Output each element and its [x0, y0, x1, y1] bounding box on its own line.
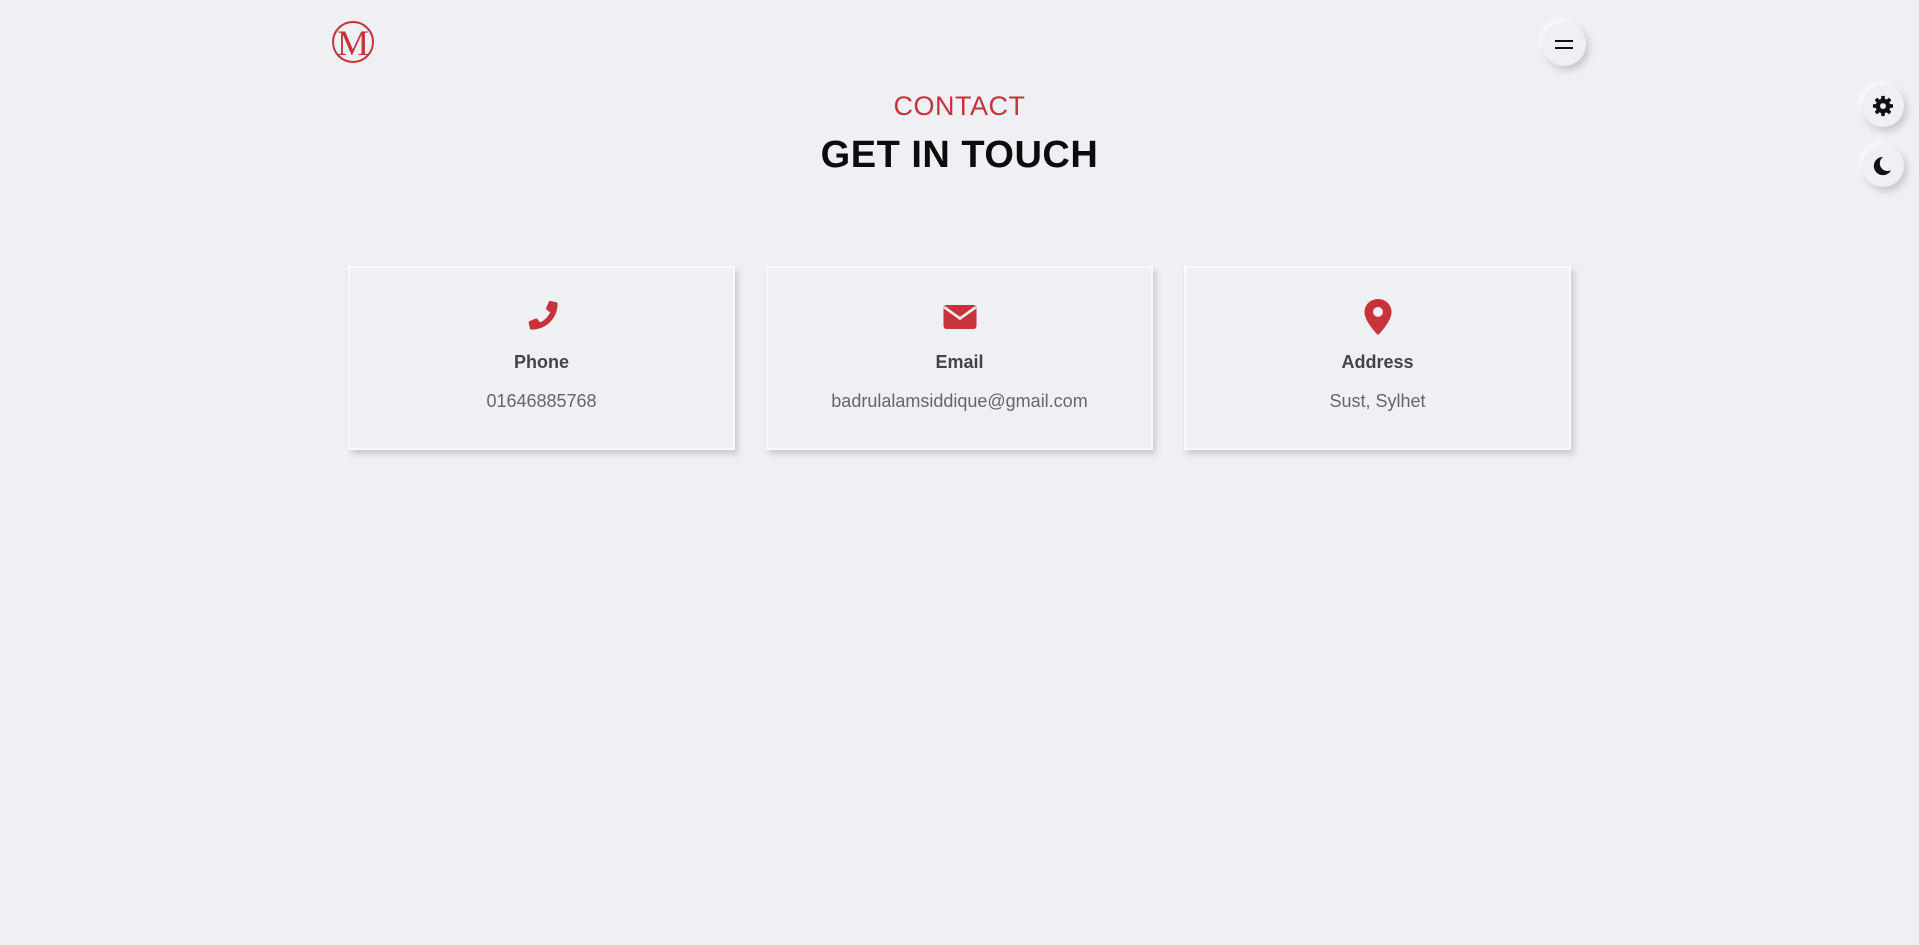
map-pin-icon	[1363, 299, 1393, 335]
logo-letter: M	[336, 23, 369, 63]
phone-icon	[524, 300, 560, 334]
phone-card: Phone 01646885768	[348, 266, 735, 450]
card-value: Sust, Sylhet	[1329, 391, 1426, 411]
card-title: Address	[1341, 352, 1414, 372]
card-title: Email	[935, 352, 984, 372]
section-label: CONTACT	[893, 91, 1026, 121]
card-value[interactable]: badrulalamsiddique@gmail.com	[831, 391, 1087, 412]
hamburger-icon	[1555, 39, 1573, 49]
email-card: Email badrulalamsiddique@gmail.com	[766, 266, 1153, 450]
envelope-icon	[942, 300, 978, 334]
card-title: Phone	[513, 352, 569, 372]
section-title: GET IN TOUCH	[820, 134, 1099, 176]
contact-page: M CONTACT GET IN TOUCH Phone 01646885768…	[0, 0, 1919, 945]
address-card: Address Sust, Sylhet	[1184, 266, 1571, 450]
menu-button[interactable]	[1542, 22, 1586, 66]
card-value: 01646885768	[486, 391, 597, 411]
contact-cards: Phone 01646885768 Email badrulalamsiddiq…	[348, 266, 1571, 450]
logo[interactable]: M	[332, 21, 374, 63]
